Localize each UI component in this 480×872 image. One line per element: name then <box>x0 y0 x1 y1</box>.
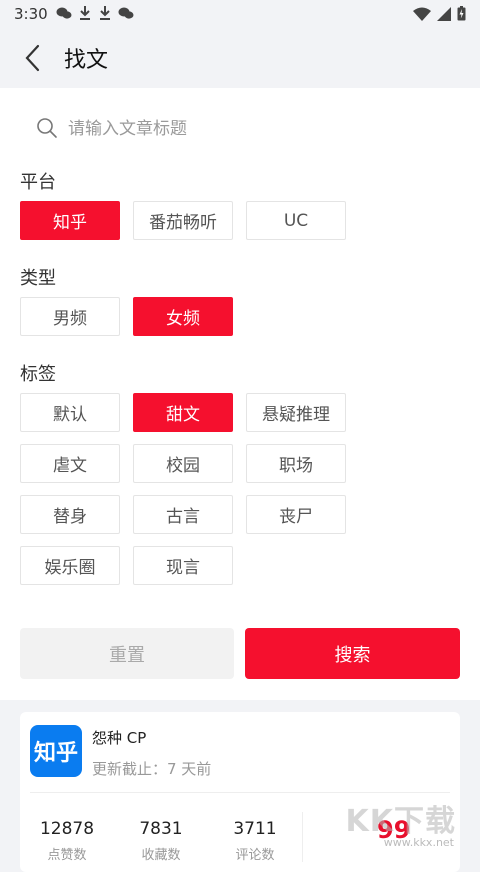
wechat-icon <box>118 7 134 19</box>
section-label-tags: 标签 <box>20 364 56 385</box>
download-icon <box>100 6 110 20</box>
chip-tag-sweet[interactable]: 甜文 <box>133 393 233 432</box>
chip-tag-zombie[interactable]: 丧尸 <box>246 495 346 534</box>
search-bar[interactable] <box>20 106 460 150</box>
chip-tag-substitute[interactable]: 替身 <box>20 495 120 534</box>
comment-count: 3711 <box>233 819 277 839</box>
book-title: 怨种 CP <box>92 729 147 747</box>
platform-logo: 知乎 <box>30 725 82 777</box>
comment-label: 评论数 <box>235 848 275 863</box>
favorite-label: 收藏数 <box>141 848 181 863</box>
section-label-platform: 平台 <box>20 172 56 193</box>
search-input[interactable] <box>66 114 450 144</box>
search-button[interactable]: 搜索 <box>245 628 460 679</box>
wechat-icon <box>56 7 72 19</box>
chip-tag-workplace[interactable]: 职场 <box>246 444 346 483</box>
chip-tag-default[interactable]: 默认 <box>20 393 120 432</box>
favorite-count: 7831 <box>139 819 183 839</box>
watermark-url: www.kkx.net <box>383 836 454 849</box>
chip-tag-entertainment[interactable]: 娱乐圈 <box>20 546 120 585</box>
divider <box>302 812 303 862</box>
page-title: 找文 <box>64 48 109 73</box>
section-label-type: 类型 <box>20 268 56 289</box>
chip-tag-modern[interactable]: 现言 <box>133 546 233 585</box>
chip-type-female[interactable]: 女频 <box>133 297 233 336</box>
divider <box>30 792 450 793</box>
back-button[interactable] <box>20 42 48 74</box>
chip-platform-zhihu[interactable]: 知乎 <box>20 201 120 240</box>
chip-tag-angst[interactable]: 虐文 <box>20 444 120 483</box>
signal-icon <box>437 6 451 21</box>
chip-tag-ancient[interactable]: 古言 <box>133 495 233 534</box>
status-time: 3:30 <box>14 5 48 23</box>
status-bar: 3:30 <box>0 0 480 28</box>
system-icons <box>413 6 466 21</box>
search-icon <box>37 118 57 138</box>
filter-panel: 平台 知乎 番茄畅听 UC 类型 男频 女频 标签 默认 甜文 悬疑推理 虐文 … <box>0 88 480 700</box>
wifi-icon <box>413 7 431 21</box>
chip-tag-mystery[interactable]: 悬疑推理 <box>246 393 346 432</box>
chip-platform-uc[interactable]: UC <box>246 201 346 240</box>
watermark-logo: KK下载 <box>345 804 456 839</box>
like-label: 点赞数 <box>47 848 87 863</box>
reset-button[interactable]: 重置 <box>20 628 234 679</box>
back-arrow-icon <box>25 44 40 72</box>
battery-icon <box>457 6 466 21</box>
notification-icons <box>56 5 134 21</box>
chip-type-male[interactable]: 男频 <box>20 297 120 336</box>
update-time: 更新截止：7 天前 <box>92 760 212 778</box>
app-header: 找文 <box>0 28 480 88</box>
like-count: 12878 <box>39 819 95 839</box>
chip-platform-fanqie[interactable]: 番茄畅听 <box>133 201 233 240</box>
chip-tag-campus[interactable]: 校园 <box>133 444 233 483</box>
download-icon <box>80 6 90 20</box>
